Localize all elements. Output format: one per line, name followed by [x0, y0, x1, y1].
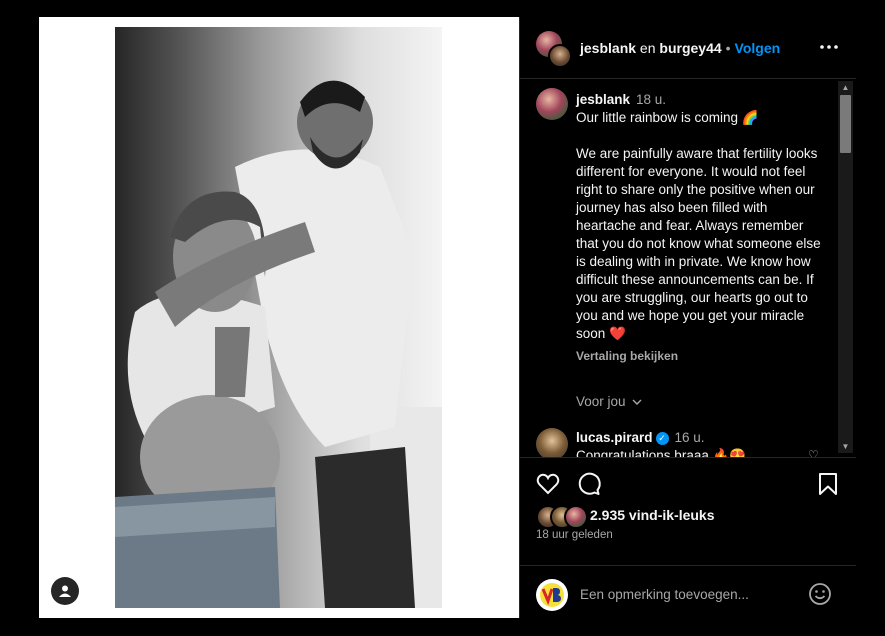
user-tag-icon [59, 585, 71, 597]
conjunction: en [639, 40, 656, 56]
caption: jesblank 18 u. Our little rainbow is comi… [576, 91, 826, 365]
bookmark-icon[interactable] [815, 471, 841, 497]
scroll-down-arrow-icon[interactable]: ▼ [841, 442, 850, 451]
header-names: jesblank en burgey44 • Volgen [580, 40, 780, 56]
follow-button[interactable]: Volgen [735, 40, 781, 56]
comment-time: 16 u. [674, 430, 705, 445]
comment-icon[interactable] [576, 471, 602, 497]
translate-button[interactable]: Vertaling bekijken [576, 347, 826, 365]
more-options-button[interactable] [819, 35, 839, 59]
caption-title: Our little rainbow is coming 🌈 [576, 110, 759, 125]
user-tag-button[interactable] [51, 577, 79, 605]
heart-icon[interactable] [535, 471, 561, 497]
post-sidebar: jesblank en burgey44 • Volgen jesblank 18 u… [519, 17, 856, 618]
add-comment-bar [520, 565, 856, 619]
verified-badge-icon: ✓ [655, 431, 669, 445]
current-user-avatar [536, 579, 568, 611]
post-actions: 2.935 vind-ik-leuks 18 uur geleden [520, 457, 856, 566]
comments-scrollbar[interactable]: ▲ ▼ [838, 81, 853, 453]
more-options-icon [820, 45, 838, 49]
current-user-logo [540, 583, 564, 607]
liker-avatar [564, 505, 588, 529]
comments-list[interactable]: jesblank 18 u. Our little rainbow is comi… [520, 79, 856, 457]
chevron-down-icon [632, 399, 642, 405]
likes-count[interactable]: 2.935 vind-ik-leuks [590, 507, 715, 523]
caption-username[interactable]: jesblank [576, 92, 630, 107]
comment: lucas.pirard ✓ 16 u. Congratulations braaa… [576, 429, 816, 457]
post-modal: jesblank en burgey44 • Volgen jesblank 18 u… [39, 17, 856, 618]
caption-avatar[interactable] [536, 88, 568, 120]
coauthor-avatar[interactable] [548, 44, 572, 68]
photo-illustration [115, 27, 442, 608]
comment-like-icon[interactable]: ♡ [808, 448, 819, 457]
emoji-icon[interactable] [808, 582, 832, 606]
comment-username[interactable]: lucas.pirard [576, 430, 653, 445]
separator-dot: • [725, 40, 731, 56]
comment-avatar[interactable] [536, 428, 568, 457]
post-header: jesblank en burgey44 • Volgen [520, 17, 856, 79]
post-media [39, 17, 519, 618]
author-username[interactable]: jesblank [580, 40, 636, 56]
see-you-dropdown[interactable]: Voor jou [576, 394, 642, 409]
coauthor-username[interactable]: burgey44 [659, 40, 721, 56]
add-comment-input[interactable] [580, 584, 800, 604]
post-photo[interactable] [115, 27, 442, 608]
comment-text: Congratulations braaa 🔥😍 [576, 448, 747, 457]
scroll-up-arrow-icon[interactable]: ▲ [841, 83, 850, 92]
caption-body: We are painfully aware that fertility lo… [576, 146, 821, 341]
posted-time[interactable]: 18 uur geleden [536, 529, 613, 541]
caption-time: 18 u. [636, 92, 667, 107]
see-you-label: Voor jou [576, 394, 626, 409]
scrollbar-thumb[interactable] [840, 95, 851, 153]
